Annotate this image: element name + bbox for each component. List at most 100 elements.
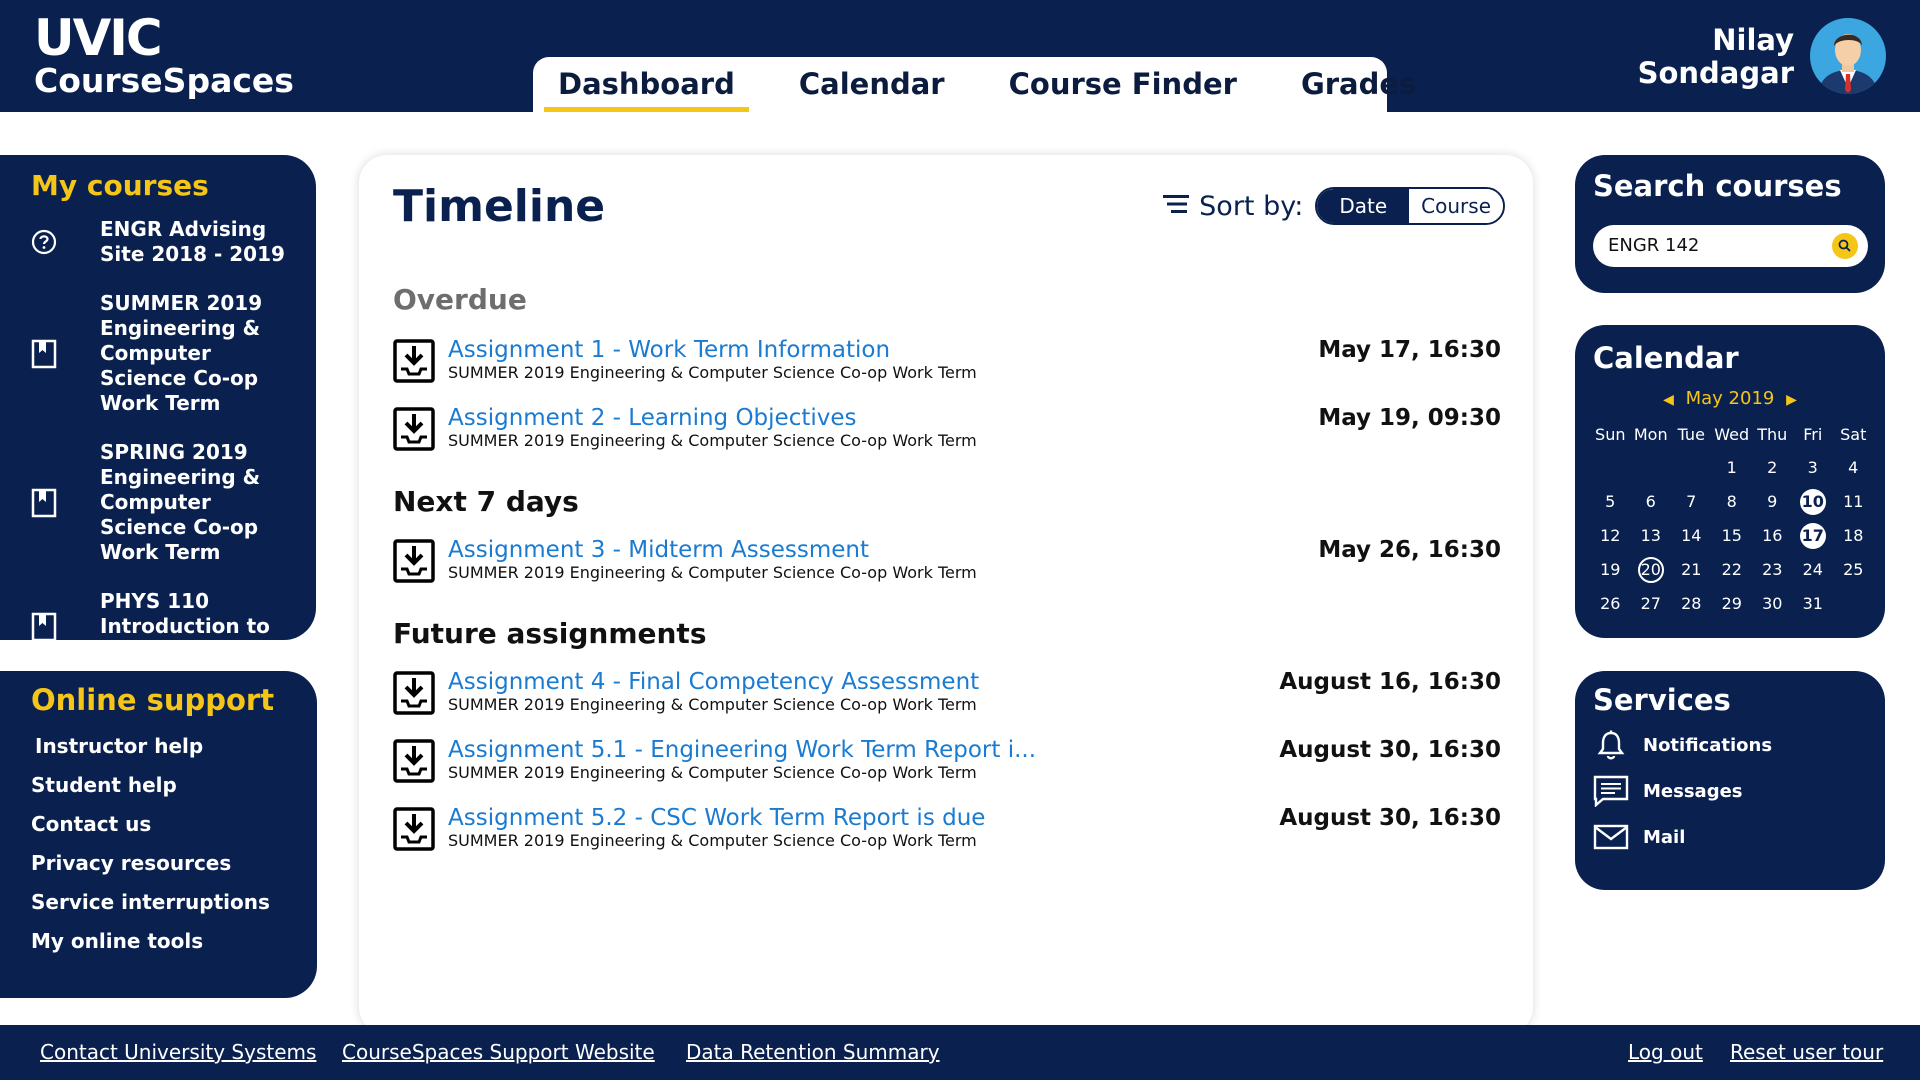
assignment-due-date: May 17, 16:30 [1318, 337, 1501, 363]
calendar-day[interactable]: 25 [1833, 557, 1874, 583]
assignment-link[interactable]: Assignment 4 - Final Competency Assessme… [448, 669, 979, 695]
calendar-day[interactable]: 9 [1752, 489, 1793, 515]
tab-grades[interactable]: Grades [1301, 57, 1416, 112]
calendar-day[interactable]: 19 [1590, 557, 1631, 583]
search-button[interactable] [1832, 233, 1858, 259]
calendar-day[interactable]: 22 [1712, 557, 1753, 583]
calendar-day-number [1678, 453, 1704, 479]
course-item-spring-2019[interactable]: SPRING 2019 Engineering & Computer Scien… [14, 440, 304, 565]
coursespaces-support-link[interactable]: CourseSpaces Support Website [342, 1040, 655, 1064]
calendar-day-number: 5 [1605, 492, 1616, 511]
log-out-link[interactable]: Log out [1628, 1040, 1703, 1064]
calendar-day[interactable]: 28 [1671, 591, 1712, 617]
user-first-name: Nilay [1712, 23, 1794, 57]
calendar-day-number [1638, 453, 1664, 479]
service-interruptions-link[interactable]: Service interruptions [31, 883, 270, 922]
calendar-day-number [1840, 589, 1866, 615]
calendar-day[interactable]: 5 [1590, 489, 1631, 515]
section-title-overdue: Overdue [393, 283, 527, 316]
calendar-day-number: 14 [1681, 526, 1702, 545]
calendar-title: Calendar [1593, 341, 1739, 375]
calendar-day [1833, 589, 1874, 619]
weekday-label: Mon [1633, 424, 1668, 444]
calendar-day[interactable]: 12 [1590, 523, 1631, 549]
search-courses-panel: Search courses ENGR 142 [1575, 155, 1885, 293]
course-item-phys-110[interactable]: PHYS 110 Introduction to General Physics [14, 589, 304, 664]
assignment-download-icon [393, 407, 435, 455]
calendar-day[interactable]: 11 [1833, 489, 1874, 515]
calendar-day[interactable]: 27 [1631, 591, 1672, 617]
assignment-link[interactable]: Assignment 1 - Work Term Information [448, 337, 890, 363]
assignment-due-date: August 30, 16:30 [1279, 805, 1501, 831]
calendar-day[interactable]: 10 [1793, 489, 1834, 515]
calendar-day[interactable]: 21 [1671, 557, 1712, 583]
sort-course-button[interactable]: Course [1409, 189, 1503, 223]
data-retention-summary-link[interactable]: Data Retention Summary [686, 1040, 940, 1064]
reset-user-tour-link[interactable]: Reset user tour [1730, 1040, 1883, 1064]
course-item-engr-advising[interactable]: ENGR Advising Site 2018 - 2019 [14, 217, 304, 267]
calendar-week-row: 12 13 14 15 16 17 18 [1590, 519, 1874, 553]
assignment-due-date: August 16, 16:30 [1279, 669, 1501, 695]
calendar-day-number: 25 [1843, 560, 1864, 579]
calendar-day[interactable]: 16 [1752, 523, 1793, 549]
instructor-help-link[interactable]: Instructor help [31, 727, 270, 766]
tab-dashboard[interactable]: Dashboard [544, 57, 749, 112]
calendar-day[interactable]: 2 [1752, 455, 1793, 481]
messages-link[interactable]: Messages [1593, 775, 1743, 807]
calendar-day[interactable]: 8 [1712, 489, 1753, 515]
calendar-day[interactable]: 17 [1793, 523, 1834, 549]
calendar-day-number: 15 [1721, 526, 1742, 545]
prev-month-icon[interactable]: ◀ [1663, 392, 1674, 408]
calendar-day[interactable]: 26 [1590, 591, 1631, 617]
assignment-row: Assignment 4 - Final Competency Assessme… [393, 669, 1501, 725]
calendar-day-number: 27 [1640, 594, 1661, 613]
calendar-day[interactable]: 29 [1712, 591, 1753, 617]
calendar-day[interactable]: 24 [1793, 557, 1834, 583]
uvic-logo[interactable]: UVIC CourseSpaces [34, 12, 294, 100]
sort-date-button[interactable]: Date [1317, 189, 1410, 223]
weekday-label: Thu [1757, 424, 1788, 444]
calendar-day[interactable]: 3 [1793, 455, 1834, 481]
calendar-day-number: 9 [1767, 492, 1778, 511]
user-name[interactable]: Nilay Sondagar [1638, 24, 1794, 90]
student-help-link[interactable]: Student help [31, 766, 270, 805]
contact-university-systems-link[interactable]: Contact University Systems [40, 1040, 316, 1064]
calendar-day[interactable]: 30 [1752, 591, 1793, 617]
calendar-day[interactable]: 20 [1631, 557, 1672, 583]
sort-toggle: Date Course [1315, 187, 1505, 225]
calendar-day-number: 12 [1600, 526, 1621, 545]
calendar-day[interactable]: 31 [1793, 591, 1834, 617]
calendar-day[interactable]: 7 [1671, 489, 1712, 515]
next-month-icon[interactable]: ▶ [1786, 392, 1797, 408]
calendar-day-number: 3 [1807, 458, 1818, 477]
weekday-label: Wed [1714, 424, 1750, 444]
tab-course-finder[interactable]: Course Finder [1009, 57, 1237, 112]
calendar-day[interactable]: 14 [1671, 523, 1712, 549]
contact-us-link[interactable]: Contact us [31, 805, 270, 844]
assignment-link[interactable]: Assignment 5.2 - CSC Work Term Report is… [448, 805, 985, 831]
notifications-link[interactable]: Notifications [1593, 730, 1772, 760]
calendar-week-row: 26 27 28 29 30 31 [1590, 587, 1874, 621]
privacy-resources-link[interactable]: Privacy resources [31, 844, 270, 883]
calendar-day[interactable]: 6 [1631, 489, 1672, 515]
calendar-day[interactable]: 4 [1833, 455, 1874, 481]
calendar-day[interactable]: 15 [1712, 523, 1753, 549]
calendar-day[interactable]: 13 [1631, 523, 1672, 549]
assignment-link[interactable]: Assignment 5.1 - Engineering Work Term R… [448, 737, 1036, 763]
service-label: Mail [1643, 826, 1686, 848]
assignment-link[interactable]: Assignment 3 - Midterm Assessment [448, 537, 869, 563]
course-label: SPRING 2019 Engineering & Computer Scien… [100, 440, 261, 564]
course-item-summer-2019[interactable]: SUMMER 2019 Engineering & Computer Scien… [14, 291, 304, 416]
calendar-day[interactable]: 23 [1752, 557, 1793, 583]
avatar[interactable] [1810, 18, 1886, 94]
calendar-day-number: 2 [1767, 458, 1778, 477]
search-input[interactable]: ENGR 142 [1593, 225, 1868, 267]
calendar-day[interactable]: 1 [1712, 455, 1753, 481]
assignment-link[interactable]: Assignment 2 - Learning Objectives [448, 405, 857, 431]
mail-link[interactable]: Mail [1593, 824, 1685, 850]
services-title: Services [1593, 683, 1731, 717]
my-online-tools-link[interactable]: My online tools [31, 922, 270, 961]
calendar-day[interactable]: 18 [1833, 523, 1874, 549]
tab-calendar[interactable]: Calendar [799, 57, 945, 112]
search-courses-title: Search courses [1593, 169, 1842, 203]
